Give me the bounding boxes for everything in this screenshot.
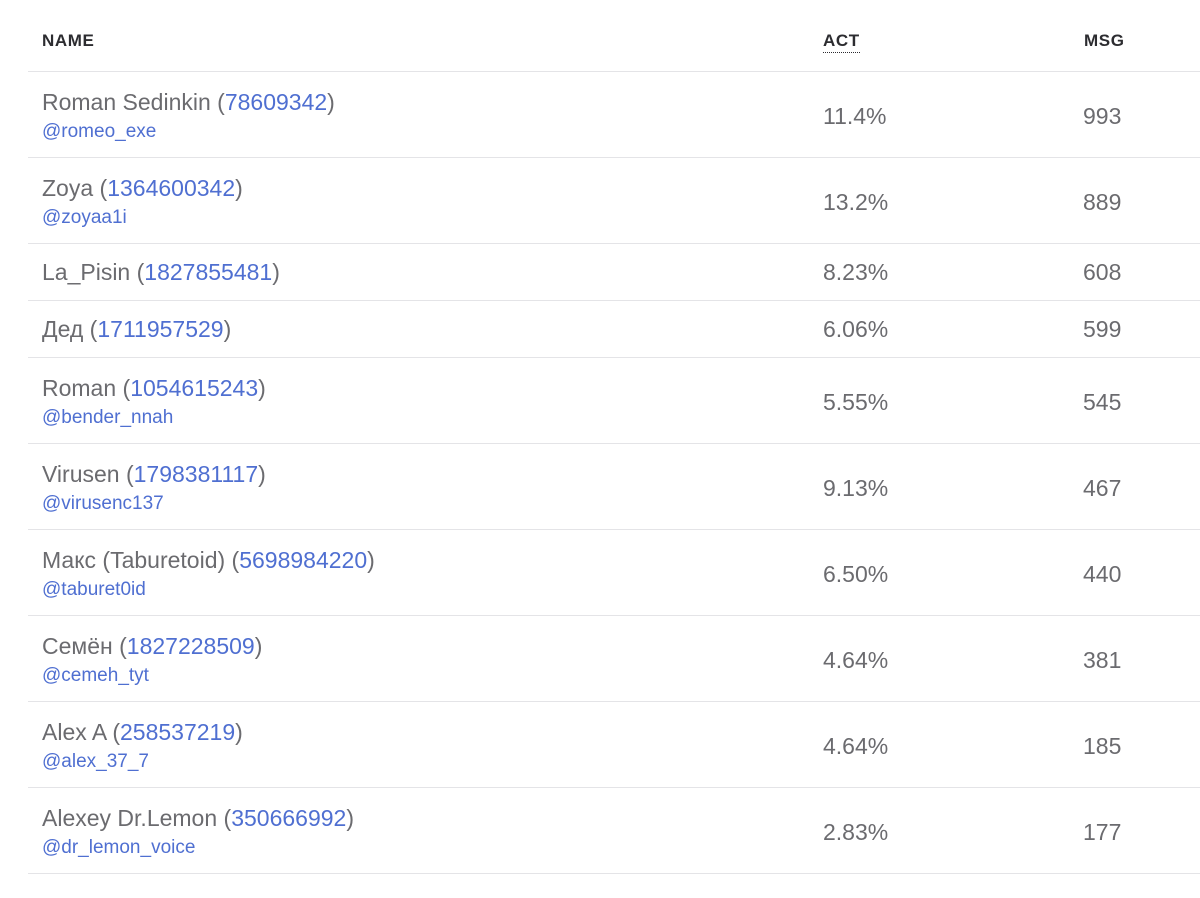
- activity-value: 6.06%: [823, 316, 889, 342]
- table-row: Семён (1827228509) @cemeh_tyt 4.64% 381: [28, 616, 1200, 702]
- user-id-link[interactable]: 1798381117: [134, 461, 259, 487]
- user-handle-link[interactable]: @virusenc137: [42, 493, 164, 515]
- message-count: 177: [1083, 819, 1122, 845]
- message-count: 599: [1083, 316, 1122, 342]
- user-name: Alex A: [42, 719, 106, 745]
- table-row: Дед (1711957529) 6.06% 599: [28, 301, 1200, 358]
- message-count: 185: [1083, 733, 1122, 759]
- column-header-act[interactable]: ACT: [823, 31, 860, 53]
- user-handle-link[interactable]: @romeo_exe: [42, 121, 156, 143]
- user-name-line: Макс (Taburetoid) (5698984220): [42, 547, 375, 573]
- user-handle-link[interactable]: @cemeh_tyt: [42, 665, 149, 687]
- user-name: Alexey Dr.Lemon: [42, 805, 218, 831]
- user-name-line: Roman Sedinkin (78609342): [42, 89, 335, 115]
- message-count: 381: [1083, 647, 1122, 673]
- activity-value: 4.64%: [823, 647, 889, 673]
- user-handle-link[interactable]: @dr_lemon_voice: [42, 837, 195, 859]
- message-count: 993: [1083, 103, 1122, 129]
- user-id-link[interactable]: 78609342: [225, 89, 327, 115]
- table-row: Roman (1054615243) @bender_nnah 5.55% 54…: [28, 358, 1200, 444]
- user-name-line: La_Pisin (1827855481): [42, 259, 280, 285]
- user-name: La_Pisin: [42, 259, 131, 285]
- user-name: Virusen: [42, 461, 120, 487]
- activity-value: 13.2%: [823, 189, 889, 215]
- activity-value: 2.83%: [823, 819, 889, 845]
- user-name-line: Семён (1827228509): [42, 633, 263, 659]
- message-count: 467: [1083, 475, 1122, 501]
- table-row: Alex A (258537219) @alex_37_7 4.64% 185: [28, 702, 1200, 788]
- activity-value: 4.64%: [823, 733, 889, 759]
- activity-value: 8.23%: [823, 259, 889, 285]
- user-handle-link[interactable]: @alex_37_7: [42, 751, 149, 773]
- user-id-link[interactable]: 1711957529: [97, 316, 223, 342]
- table-row: Roman Sedinkin (78609342) @romeo_exe 11.…: [28, 72, 1200, 158]
- message-count: 440: [1083, 561, 1122, 587]
- user-name: Семён: [42, 633, 113, 659]
- table-header: NAME ACT MSG: [28, 0, 1200, 72]
- user-handle-link[interactable]: @taburet0id: [42, 579, 146, 601]
- user-name-line: Zoya (1364600342): [42, 175, 243, 201]
- message-count: 889: [1083, 189, 1122, 215]
- message-count: 545: [1083, 389, 1122, 415]
- user-name: Дед: [42, 316, 84, 342]
- user-name-line: Дед (1711957529): [42, 316, 232, 342]
- user-id-link[interactable]: 5698984220: [239, 547, 367, 573]
- user-name-line: Roman (1054615243): [42, 375, 266, 401]
- user-name-line: Alexey Dr.Lemon (350666992): [42, 805, 354, 831]
- user-handle-link[interactable]: @bender_nnah: [42, 407, 173, 429]
- user-id-link[interactable]: 1364600342: [107, 175, 235, 201]
- user-handle-link[interactable]: @zoyaa1i: [42, 207, 127, 229]
- message-count: 608: [1083, 259, 1122, 285]
- table-row: La_Pisin (1827855481) 8.23% 608: [28, 244, 1200, 301]
- user-id-link[interactable]: 1054615243: [130, 375, 258, 401]
- activity-value: 9.13%: [823, 475, 889, 501]
- members-table: NAME ACT MSG Roman Sedinkin (78609342) @…: [28, 0, 1200, 874]
- column-header-name[interactable]: NAME: [42, 31, 94, 51]
- table-row: Zoya (1364600342) @zoyaa1i 13.2% 889: [28, 158, 1200, 244]
- activity-value: 11.4%: [823, 103, 887, 129]
- table-row: Макс (Taburetoid) (5698984220) @taburet0…: [28, 530, 1200, 616]
- user-id-link[interactable]: 1827228509: [127, 633, 255, 659]
- user-name-line: Alex A (258537219): [42, 719, 243, 745]
- user-name: Roman: [42, 375, 117, 401]
- user-name: Roman Sedinkin: [42, 89, 211, 115]
- user-name-line: Virusen (1798381117): [42, 461, 266, 487]
- activity-value: 5.55%: [823, 389, 889, 415]
- user-id-link[interactable]: 258537219: [120, 719, 235, 745]
- user-id-link[interactable]: 1827855481: [144, 259, 272, 285]
- table-row: Alexey Dr.Lemon (350666992) @dr_lemon_vo…: [28, 788, 1200, 874]
- user-name: Zoya: [42, 175, 94, 201]
- table-row: Virusen (1798381117) @virusenc137 9.13% …: [28, 444, 1200, 530]
- user-id-link[interactable]: 350666992: [231, 805, 346, 831]
- user-name: Макс (Taburetoid): [42, 547, 226, 573]
- activity-value: 6.50%: [823, 561, 889, 587]
- column-header-msg[interactable]: MSG: [1084, 31, 1125, 51]
